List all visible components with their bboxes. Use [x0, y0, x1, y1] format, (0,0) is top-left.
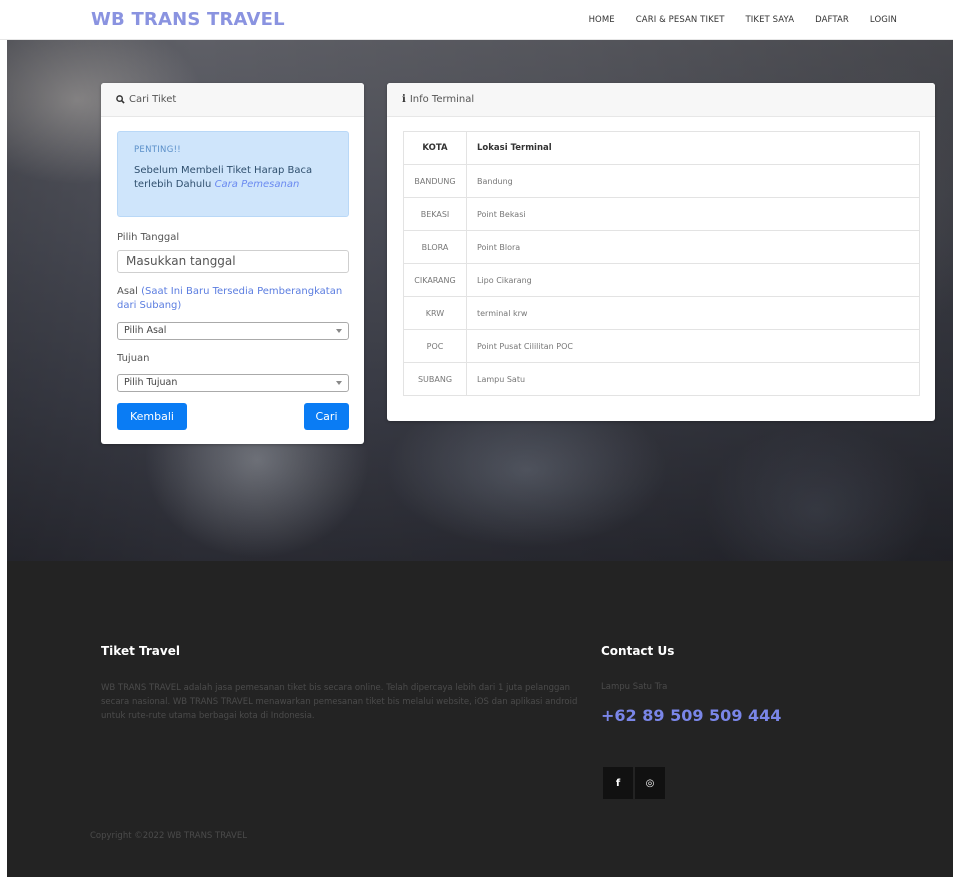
important-alert: PENTING!! Sebelum Membeli Tiket Harap Ba…: [117, 131, 349, 217]
date-label: Pilih Tanggal: [117, 232, 180, 243]
nav-home[interactable]: HOME: [589, 15, 615, 25]
city-cell: POC: [403, 329, 467, 363]
origin-select[interactable]: Pilih Asal: [117, 322, 349, 340]
nav-tiket-saya[interactable]: TIKET SAYA: [746, 15, 795, 25]
info-icon: i: [402, 94, 406, 105]
chevron-down-icon: [336, 329, 342, 333]
location-cell: Bandung: [466, 164, 920, 198]
destination-select[interactable]: Pilih Tujuan: [117, 374, 349, 392]
location-cell: Point Blora: [466, 230, 920, 264]
city-cell: KRW: [403, 296, 467, 330]
page: WB TRANS TRAVEL HOME CARI & PESAN TIKET …: [0, 0, 953, 877]
table-row: BLORA Point Blora: [403, 230, 920, 264]
footer-address: Lampu Satu Tra: [601, 682, 668, 692]
table-row: CIKARANG Lipo Cikarang: [403, 263, 920, 297]
origin-label: Asal (Saat Ini Baru Tersedia Pemberangka…: [117, 285, 349, 313]
origin-label-text: Asal: [117, 286, 142, 297]
search-card-title: Cari Tiket: [129, 94, 177, 105]
footer-about-title: Tiket Travel: [101, 644, 180, 658]
city-cell: BLORA: [403, 230, 467, 264]
footer: Tiket Travel WB TRANS TRAVEL adalah jasa…: [7, 561, 953, 877]
brand-logo[interactable]: WB TRANS TRAVEL: [91, 9, 285, 30]
nav-login[interactable]: LOGIN: [870, 15, 897, 25]
city-cell: CIKARANG: [403, 263, 467, 297]
chevron-down-icon: [336, 381, 342, 385]
search-button[interactable]: Cari: [304, 403, 349, 430]
location-cell: Point Pusat Cililitan POC: [466, 329, 920, 363]
table-row: BEKASI Point Bekasi: [403, 197, 920, 231]
copyright-text: Copyright ©2022 WB TRANS TRAVEL: [90, 831, 247, 841]
nav-daftar[interactable]: DAFTAR: [815, 15, 849, 25]
location-cell: Point Bekasi: [466, 197, 920, 231]
instagram-icon[interactable]: ◎: [635, 767, 665, 799]
table-row: SUBANG Lampu Satu: [403, 362, 920, 396]
top-navbar: WB TRANS TRAVEL HOME CARI & PESAN TIKET …: [0, 0, 953, 40]
search-ticket-card: Cari Tiket PENTING!! Sebelum Membeli Tik…: [101, 83, 364, 444]
back-button[interactable]: Kembali: [117, 403, 187, 430]
info-card-title: Info Terminal: [409, 94, 475, 105]
footer-about-text: WB TRANS TRAVEL adalah jasa pemesanan ti…: [101, 683, 578, 721]
alert-text: Sebelum Membeli Tiket Harap Baca terlebi…: [134, 164, 332, 192]
search-icon: [116, 95, 125, 104]
location-cell: Lampu Satu: [466, 362, 920, 396]
terminal-table: KOTA Lokasi Terminal BANDUNG Bandung BEKA…: [403, 131, 920, 396]
table-row: POC Point Pusat Cililitan POC: [403, 329, 920, 363]
city-cell: BANDUNG: [403, 164, 467, 198]
facebook-icon[interactable]: f: [603, 767, 633, 799]
location-cell: Lipo Cikarang: [466, 263, 920, 297]
terminal-info-card: i Info Terminal KOTA Lokasi Terminal BAN…: [387, 83, 935, 421]
date-input[interactable]: Masukkan tanggal: [117, 250, 349, 273]
table-header-row: KOTA Lokasi Terminal: [403, 131, 920, 165]
info-card-header: i Info Terminal: [387, 83, 935, 117]
destination-select-value: Pilih Tujuan: [124, 377, 178, 388]
nav-cari-pesan-tiket[interactable]: CARI & PESAN TIKET: [636, 15, 725, 25]
location-cell: terminal krw: [466, 296, 920, 330]
column-header-lokasi: Lokasi Terminal: [466, 131, 920, 165]
nav-menu: HOME CARI & PESAN TIKET TIKET SAYA DAFTA…: [568, 15, 897, 25]
destination-label: Tujuan: [117, 353, 150, 364]
footer-contact-title: Contact Us: [601, 644, 675, 658]
search-card-header: Cari Tiket: [101, 83, 364, 117]
column-header-kota: KOTA: [403, 131, 467, 165]
footer-phone[interactable]: +62 89 509 509 444: [601, 706, 781, 725]
city-cell: BEKASI: [403, 197, 467, 231]
city-cell: SUBANG: [403, 362, 467, 396]
table-row: KRW terminal krw: [403, 296, 920, 330]
alert-title: PENTING!!: [134, 145, 182, 155]
cara-pemesanan-link[interactable]: Cara Pemesanan: [215, 179, 300, 190]
table-row: BANDUNG Bandung: [403, 164, 920, 198]
origin-select-value: Pilih Asal: [124, 325, 167, 336]
origin-note: (Saat Ini Baru Tersedia Pemberangkatan d…: [117, 286, 343, 311]
